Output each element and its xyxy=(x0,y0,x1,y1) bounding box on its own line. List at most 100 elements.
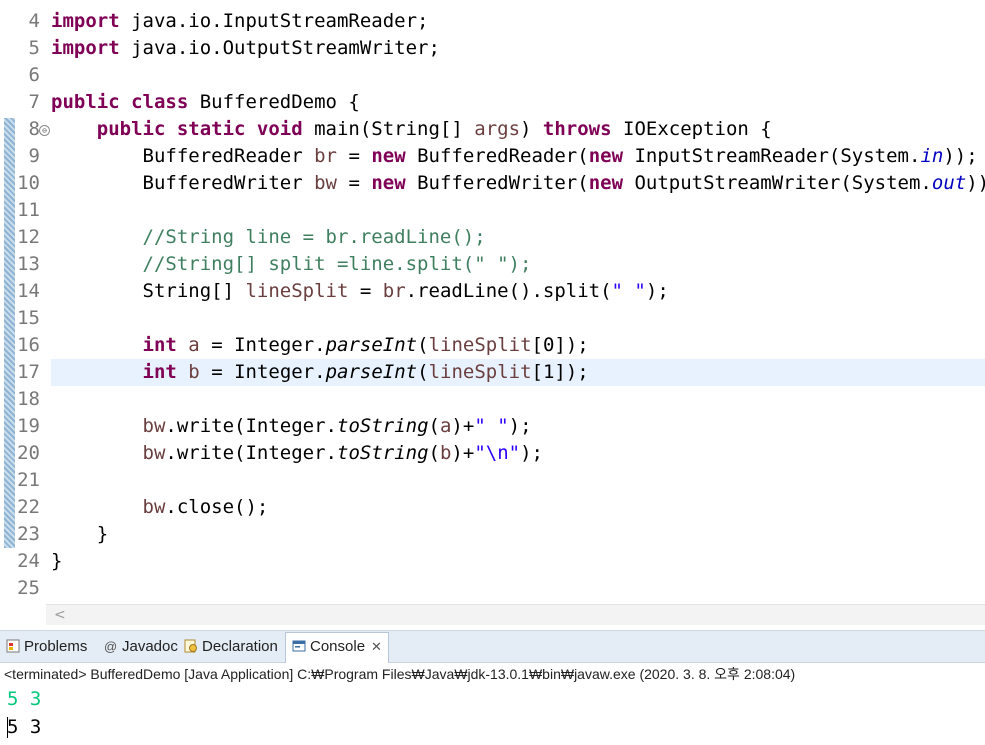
code-token: main(String[] xyxy=(302,118,475,140)
code-line: public class BufferedDemo { xyxy=(51,89,360,116)
local-variable: a xyxy=(439,415,452,437)
scroll-left-icon[interactable]: < xyxy=(54,605,66,625)
local-variable: b xyxy=(439,442,452,464)
line-number: 22 xyxy=(17,496,40,518)
keyword: new xyxy=(588,172,624,194)
line-number: 5 xyxy=(28,37,40,59)
code-token: ( xyxy=(417,334,429,356)
code-token: BufferedWriter( xyxy=(405,172,589,194)
local-variable: br xyxy=(314,145,337,167)
tab-label: Declaration xyxy=(202,638,278,655)
code-line: String[] lineSplit = br.readLine().split… xyxy=(51,278,669,305)
tab-label: Console xyxy=(310,638,366,655)
comment-line: //String line = br.readLine(); xyxy=(51,226,486,248)
local-variable: b xyxy=(188,361,200,383)
line-number: 9 xyxy=(28,145,40,167)
line-number: 6 xyxy=(28,64,40,86)
code-token: BufferedReader( xyxy=(405,145,589,167)
console-output[interactable]: 5 3 xyxy=(7,715,41,739)
keyword: new xyxy=(588,145,624,167)
declaration-icon xyxy=(184,639,197,653)
line-number: 24 xyxy=(17,550,40,572)
code-token: BufferedWriter xyxy=(51,172,315,194)
console-input-echo: 5 3 xyxy=(7,688,42,710)
tab-label: Problems xyxy=(24,638,88,655)
code-token: IOException { xyxy=(611,118,772,140)
line-number: 20 xyxy=(17,442,40,464)
static-method: parseInt xyxy=(325,334,418,356)
tab-declaration[interactable]: Declaration xyxy=(184,633,278,660)
keyword: int xyxy=(142,361,177,383)
local-variable: lineSplit xyxy=(428,334,532,356)
tab-problems[interactable]: Problems xyxy=(6,633,87,660)
code-token: .close(); xyxy=(165,496,269,518)
tab-label: Javadoc xyxy=(122,638,178,655)
code-editor[interactable]: 4 5 6 7 8 9 10 11 12 13 14 15 16 17 18 1… xyxy=(0,0,985,604)
local-variable: lineSplit xyxy=(245,280,349,302)
bottom-view-panel: Problems @ Javadoc Declaration Console ✕ <… xyxy=(0,630,985,745)
code-token: .write(Integer. xyxy=(165,442,337,464)
line-number: 13 xyxy=(17,253,40,275)
code-token: BufferedReader xyxy=(51,145,315,167)
string-literal: "\n" xyxy=(474,442,521,464)
line-number: 10 xyxy=(17,172,40,194)
line-number-gutter: 4 5 6 7 8 9 10 11 12 13 14 15 16 17 18 1… xyxy=(0,0,50,604)
horizontal-scrollbar[interactable]: < xyxy=(46,604,985,625)
code-token: = Integer. xyxy=(199,334,326,356)
code-token: [0]); xyxy=(531,334,589,356)
code-line: import java.io.InputStreamReader; xyxy=(51,8,429,35)
line-number: 11 xyxy=(17,199,40,221)
code-token: InputStreamReader(System. xyxy=(623,145,921,167)
local-variable: lineSplit xyxy=(428,361,532,383)
line-number: 7 xyxy=(28,91,40,113)
code-token: java.io.OutputStreamWriter; xyxy=(119,37,440,59)
keyword: int xyxy=(142,334,177,356)
code-token: = xyxy=(348,280,383,302)
keyword: public class xyxy=(51,91,189,113)
line-number: 17 xyxy=(17,361,40,383)
code-token: BufferedDemo { xyxy=(188,91,360,113)
code-line: } xyxy=(51,523,109,545)
code-line: int a = Integer.parseInt(lineSplit[0]); xyxy=(51,332,589,359)
code-line: } xyxy=(51,550,63,572)
static-method: toString xyxy=(337,415,429,437)
local-variable: bw xyxy=(314,172,337,194)
keyword: new xyxy=(371,145,406,167)
code-token: java.io.InputStreamReader; xyxy=(119,10,429,32)
code-line: public static void main(String[] args) t… xyxy=(51,116,772,143)
line-number: 16 xyxy=(17,334,40,356)
problems-icon xyxy=(6,639,20,653)
string-literal: " " xyxy=(474,415,509,437)
code-token: .write(Integer. xyxy=(165,415,337,437)
code-line: bw.write(Integer.toString(a)+" "); xyxy=(51,413,532,440)
code-token: ( xyxy=(428,442,440,464)
code-token: = Integer. xyxy=(199,361,326,383)
code-token: String[] xyxy=(51,280,246,302)
static-method: parseInt xyxy=(325,361,418,383)
code-token: )); xyxy=(943,145,978,167)
line-number: 14 xyxy=(17,280,40,302)
code-token: ); xyxy=(520,442,543,464)
fold-collapse-icon[interactable]: ⊖ xyxy=(39,125,50,136)
at-icon: @ xyxy=(104,639,118,654)
tab-console[interactable]: Console ✕ xyxy=(285,632,389,663)
close-icon[interactable]: ✕ xyxy=(371,639,382,654)
line-number: 8 xyxy=(28,118,40,140)
local-variable: bw xyxy=(142,496,166,518)
code-token: ( xyxy=(428,415,440,437)
code-line: bw.close(); xyxy=(51,494,269,521)
code-token: )+ xyxy=(451,415,475,437)
keyword: import xyxy=(51,10,120,32)
local-variable: a xyxy=(188,334,200,356)
line-number: 19 xyxy=(17,415,40,437)
code-token: ); xyxy=(645,280,669,302)
tab-javadoc[interactable]: @ Javadoc xyxy=(104,633,178,660)
line-number: 15 xyxy=(17,307,40,329)
